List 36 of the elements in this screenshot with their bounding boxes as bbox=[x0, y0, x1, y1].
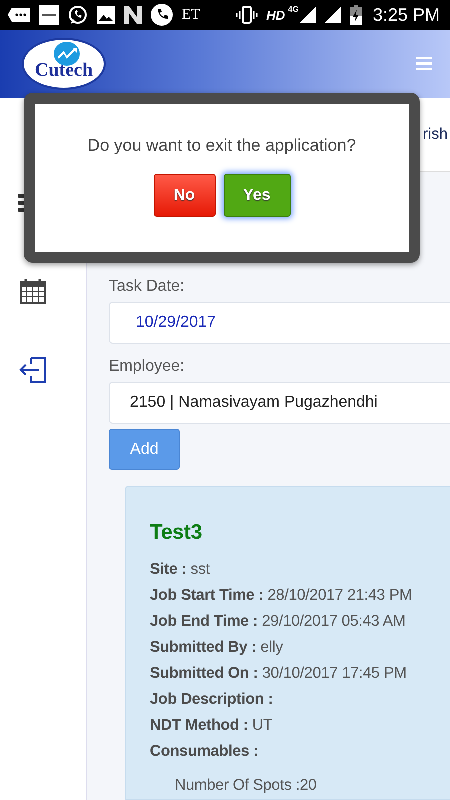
detail-row-text: Submitted On : 30/10/2017 17:45 PM bbox=[150, 664, 408, 684]
battery-icon bbox=[350, 5, 362, 25]
network-label: HD bbox=[266, 8, 286, 22]
detail-row-text: Consumables : bbox=[150, 742, 260, 762]
clock-time: 3:25 PM bbox=[372, 4, 440, 26]
news-app-text: ET bbox=[182, 6, 200, 24]
company-logo: Cutech bbox=[22, 38, 106, 90]
signal-icon bbox=[324, 7, 341, 23]
field-label: Task Date: bbox=[109, 277, 186, 297]
chat-app-icon bbox=[68, 5, 88, 25]
employee-field[interactable]: 2150 | Namasivayam Pugazhendhi bbox=[109, 382, 450, 424]
signal-icon bbox=[300, 7, 316, 23]
logout-icon[interactable] bbox=[19, 356, 47, 384]
detail-row-text: Site : sst bbox=[150, 560, 212, 580]
phone-icon bbox=[151, 4, 173, 26]
detail-row-text: NDT Method : UT bbox=[150, 716, 274, 736]
network-type-label: 4G bbox=[288, 5, 299, 14]
detail-row-text: Submitted By : elly bbox=[150, 638, 284, 658]
add-button[interactable]: Add bbox=[109, 429, 180, 470]
job-title: Test3 bbox=[150, 521, 204, 545]
yes-button[interactable]: Yes bbox=[224, 174, 290, 217]
news-app-icon bbox=[124, 6, 142, 24]
calendar-icon[interactable] bbox=[20, 278, 46, 304]
image-icon bbox=[97, 6, 115, 24]
vibrate-icon bbox=[236, 6, 258, 24]
field-label: Employee: bbox=[109, 357, 186, 377]
no-button[interactable]: No bbox=[154, 174, 216, 217]
date-field[interactable]: 10/29/2017 bbox=[109, 302, 450, 344]
detail-row-text: Job Description : bbox=[150, 690, 274, 710]
wallet-app-icon bbox=[39, 5, 59, 25]
consumable-item: Number Of Spots :20 bbox=[175, 776, 318, 796]
detail-row-text: Job Start Time : 28/10/2017 21:43 PM bbox=[150, 586, 414, 606]
detail-row-text: Job End Time : 29/10/2017 05:43 AM bbox=[150, 612, 407, 632]
dialog-message: Do you want to exit the application? bbox=[88, 136, 356, 156]
message-icon bbox=[8, 8, 30, 22]
page-title: rish bbox=[423, 126, 448, 144]
